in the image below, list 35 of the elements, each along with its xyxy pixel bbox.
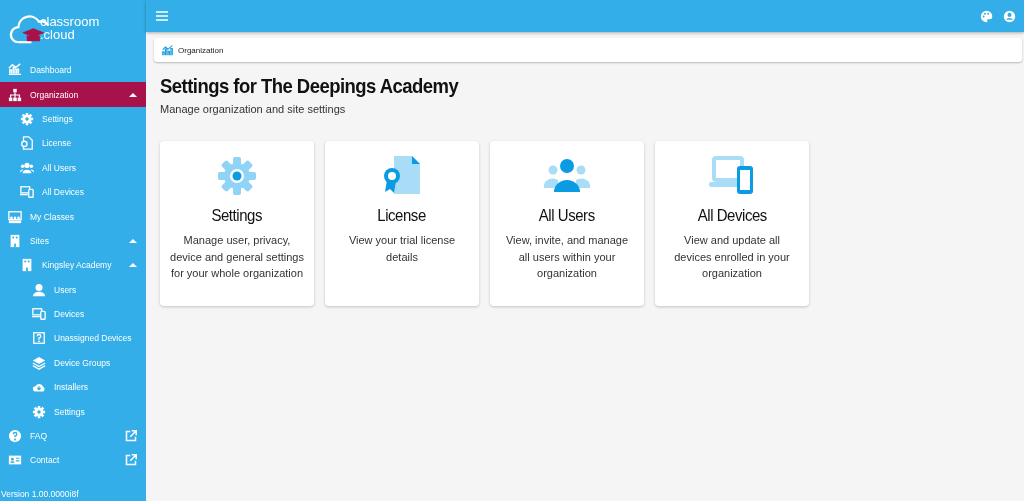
nav-item[interactable]: FAQ [0,423,146,449]
nav-item[interactable]: My Classes [0,204,146,229]
card-description: View and update all devices enrolled in your organization [673,233,791,281]
settings-card[interactable]: All Devices View and update all devices enrolled in your organization [655,141,809,306]
nav-item[interactable]: Dashboard [0,58,146,83]
card-description: Manage user, privacy, device and general settings for your whole organization [169,233,305,281]
logo-text: .cloud [40,28,76,41]
nav-item[interactable]: All Devices [0,179,146,205]
card-description: View your trial license details [347,233,457,265]
nav-item[interactable]: Sites [0,228,146,254]
settings-card[interactable]: All Users View, invite, and manage all users within your organization [490,141,644,306]
nav-item[interactable]: Settings [0,399,146,424]
card-title: License [377,206,427,226]
card-title: Settings [211,206,263,226]
nav-item[interactable]: Installers [0,375,146,400]
card-description: View, invite, and manage all users within your organization [504,233,630,281]
breadcrumb-text[interactable]: Organization [178,45,224,55]
nav-item[interactable]: Organization [0,82,146,107]
card-title: All Users [539,206,595,226]
nav-item[interactable]: Devices [0,301,146,327]
nav-item[interactable]: Unassigned Devices [0,326,146,351]
settings-card[interactable]: Settings Manage user, privacy, device and general settings for your whole organization [160,141,314,306]
nav-item[interactable]: License [0,131,146,156]
card-title: All Devices [697,206,767,226]
nav-item[interactable]: Kingsley Academy [0,253,146,278]
nav-item[interactable]: Device Groups [0,350,146,376]
page-subtitle: Manage organization and site settings [160,103,347,115]
nav-item[interactable]: Contact [0,448,146,473]
logo-text: classroom [40,15,100,28]
nav-item[interactable]: Users [0,277,146,302]
nav-item[interactable]: Settings [0,106,146,132]
version-text: Version 1.00.0000i8f [0,489,80,501]
nav-item[interactable]: All Users [0,155,146,180]
settings-card[interactable]: License View your trial license details [325,141,479,306]
page-title: Settings for The Deepings Academy [160,74,460,98]
